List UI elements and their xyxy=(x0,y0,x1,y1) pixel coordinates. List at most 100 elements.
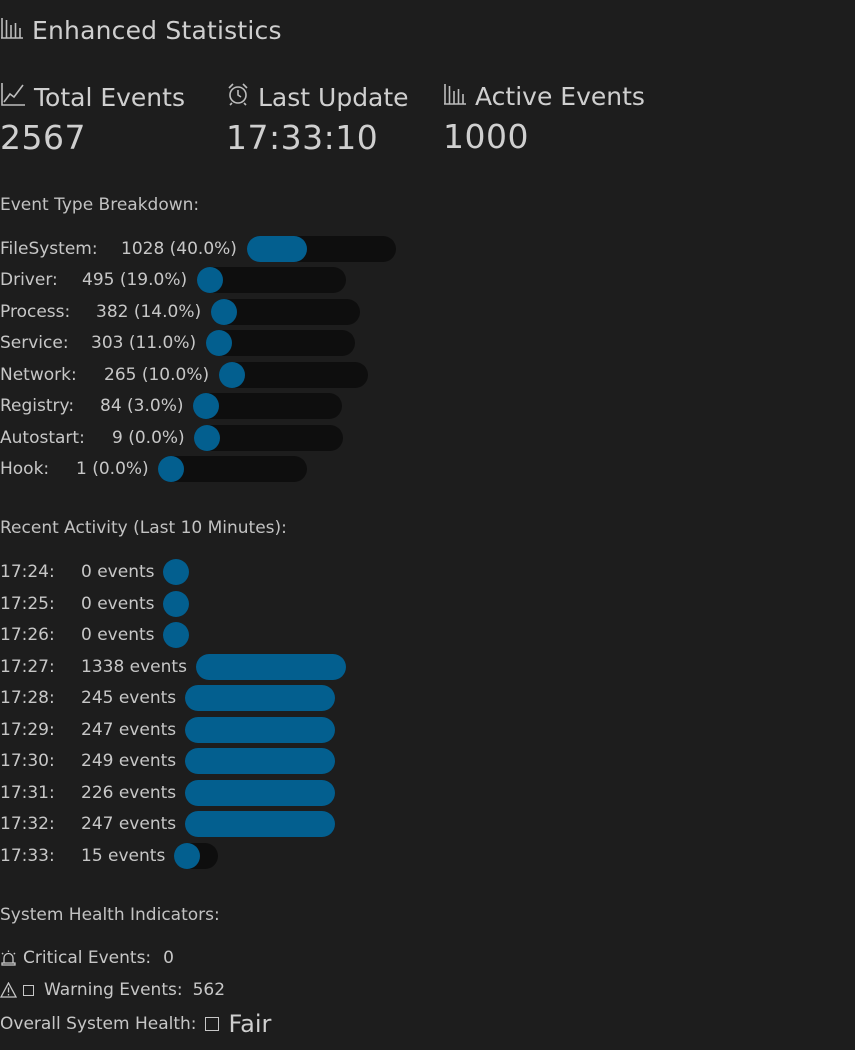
row-count: 495 (19.0%) xyxy=(82,270,188,290)
row-count: 247 events xyxy=(81,814,177,834)
progress-track xyxy=(185,748,335,774)
panel-title-text: Enhanced Statistics xyxy=(32,16,282,45)
breakdown-row-autostart: Autostart: 9 (0.0%) xyxy=(0,425,185,451)
health-heading: System Health Indicators: xyxy=(0,905,220,925)
bar-chart-icon xyxy=(0,16,32,45)
progress-track xyxy=(193,393,342,419)
progress-fill xyxy=(163,622,189,648)
progress-fill xyxy=(211,299,237,325)
progress-fill xyxy=(197,267,223,293)
row-time: 17:27: xyxy=(0,657,55,677)
row-count: 0 events xyxy=(81,594,155,614)
metric-total-events: Total Events 2567 xyxy=(0,82,185,158)
row-count: 0 events xyxy=(81,625,155,645)
progress-fill xyxy=(185,780,335,806)
breakdown-row-filesystem: FileSystem: 1028 (40.0%) xyxy=(0,236,237,262)
progress-track xyxy=(247,236,396,262)
progress-fill xyxy=(194,425,220,451)
missing-glyph-icon xyxy=(23,984,34,996)
activity-row: 17:29: 247 events xyxy=(0,717,176,743)
progress-track xyxy=(219,362,368,388)
progress-track xyxy=(185,717,335,743)
progress-track xyxy=(185,780,335,806)
row-time: 17:26: xyxy=(0,625,55,645)
activity-row: 17:31: 226 events xyxy=(0,780,176,806)
progress-fill xyxy=(206,330,232,356)
metric-value: 17:33:10 xyxy=(226,118,379,157)
breakdown-heading: Event Type Breakdown: xyxy=(0,195,200,215)
activity-row: 17:26: 0 events xyxy=(0,622,155,648)
row-time: 17:24: xyxy=(0,562,55,582)
siren-icon xyxy=(0,950,17,966)
progress-track xyxy=(174,843,218,869)
metric-value: 1000 xyxy=(443,117,529,156)
progress-track xyxy=(158,456,307,482)
row-count: 84 (3.0%) xyxy=(100,396,184,416)
row-label: Process: xyxy=(0,302,71,322)
overall-value: Fair xyxy=(228,1010,272,1038)
row-time: 17:30: xyxy=(0,751,55,771)
row-label: FileSystem: xyxy=(0,239,98,259)
breakdown-row-registry: Registry: 84 (3.0%) xyxy=(0,393,184,419)
progress-track xyxy=(211,299,360,325)
row-count: 382 (14.0%) xyxy=(96,302,202,322)
breakdown-row-driver: Driver: 495 (19.0%) xyxy=(0,267,187,293)
progress-track xyxy=(196,654,346,680)
health-critical: Critical Events: 0 xyxy=(0,948,174,968)
breakdown-row-process: Process: 382 (14.0%) xyxy=(0,299,201,325)
row-time: 17:25: xyxy=(0,594,55,614)
activity-row: 17:25: 0 events xyxy=(0,591,155,617)
line-chart-icon xyxy=(0,82,34,112)
breakdown-row-hook: Hook: 1 (0.0%) xyxy=(0,456,149,482)
activity-row: 17:30: 249 events xyxy=(0,748,176,774)
warning-value: 562 xyxy=(192,980,226,1000)
progress-fill xyxy=(185,717,335,743)
row-count: 265 (10.0%) xyxy=(104,365,210,385)
row-time: 17:28: xyxy=(0,688,55,708)
missing-glyph-icon xyxy=(204,1017,219,1031)
warning-label: Warning Events: xyxy=(44,980,183,1000)
row-time: 17:32: xyxy=(0,814,55,834)
row-count: 247 events xyxy=(81,720,177,740)
progress-track xyxy=(163,559,189,585)
enhanced-statistics-panel: Enhanced Statistics Total Events 2567 La… xyxy=(0,0,855,1050)
row-label: Service: xyxy=(0,333,69,353)
critical-value: 0 xyxy=(163,948,174,968)
progress-track xyxy=(163,622,189,648)
progress-fill xyxy=(247,236,307,262)
progress-track xyxy=(185,685,335,711)
row-label: Hook: xyxy=(0,459,50,479)
row-count: 1338 events xyxy=(81,657,187,677)
bar-chart-icon xyxy=(443,82,475,111)
health-overall: Overall System Health: Fair xyxy=(0,1010,271,1038)
row-count: 245 events xyxy=(81,688,177,708)
row-count: 226 events xyxy=(81,783,177,803)
progress-fill xyxy=(193,393,219,419)
row-count: 1028 (40.0%) xyxy=(121,239,237,259)
progress-fill xyxy=(163,559,189,585)
progress-fill xyxy=(185,685,335,711)
health-warning: Warning Events: 562 xyxy=(0,980,225,1000)
activity-row: 17:32: 247 events xyxy=(0,811,176,837)
progress-track xyxy=(163,591,189,617)
row-time: 17:29: xyxy=(0,720,55,740)
row-count: 0 events xyxy=(81,562,155,582)
progress-fill xyxy=(185,748,335,774)
warning-icon xyxy=(0,982,17,998)
progress-track xyxy=(197,267,346,293)
activity-row: 17:24: 0 events xyxy=(0,559,155,585)
metric-active-events: Active Events 1000 xyxy=(443,82,645,156)
progress-fill xyxy=(158,456,184,482)
progress-fill xyxy=(163,591,189,617)
row-label: Driver: xyxy=(0,270,58,290)
metric-last-update: Last Update 17:33:10 xyxy=(226,82,409,158)
progress-fill xyxy=(196,654,346,680)
row-count: 303 (11.0%) xyxy=(91,333,197,353)
progress-track xyxy=(206,330,355,356)
critical-label: Critical Events: xyxy=(23,948,152,968)
row-time: 17:33: xyxy=(0,846,55,866)
row-label: Network: xyxy=(0,365,77,385)
overall-label: Overall System Health: xyxy=(0,1014,197,1034)
activity-row: 17:27: 1338 events xyxy=(0,654,187,680)
alarm-clock-icon xyxy=(226,82,258,112)
